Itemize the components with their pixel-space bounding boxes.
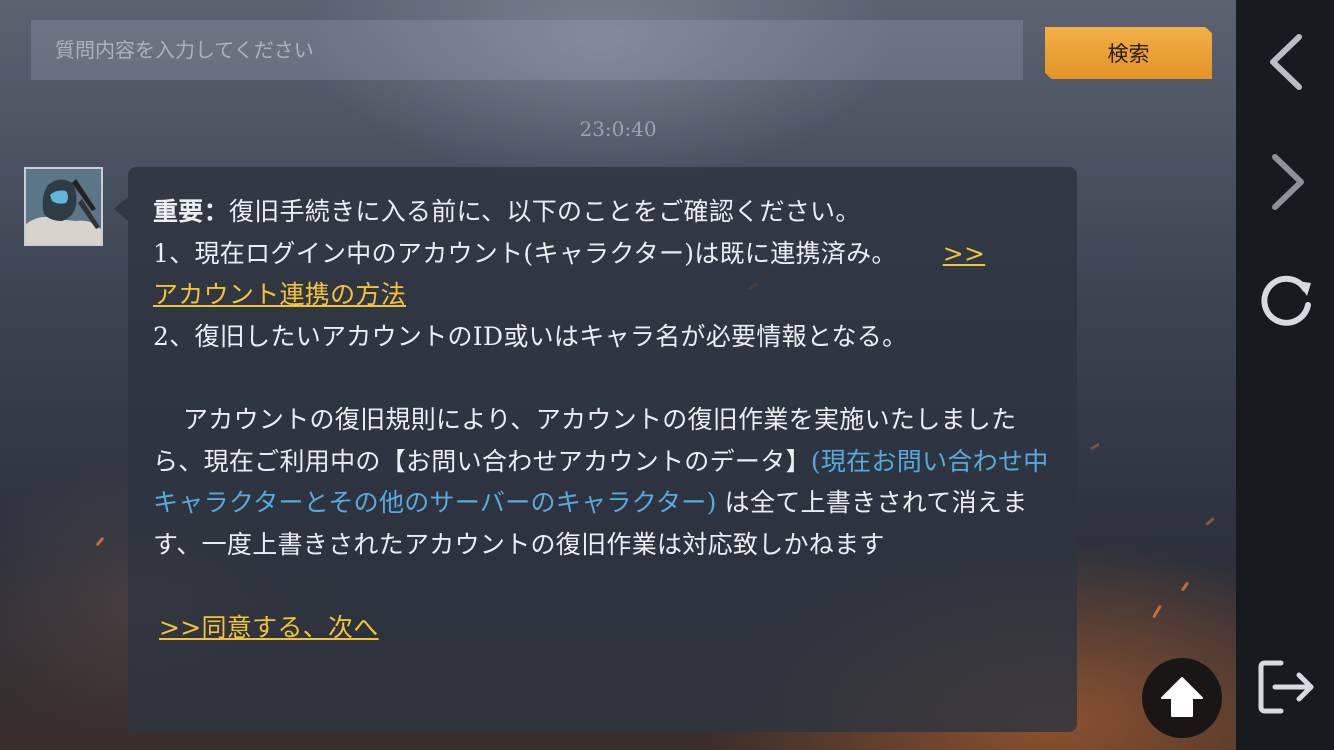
search-button[interactable]: 検索 [1045,27,1212,79]
ember [95,536,105,547]
message-content: 重要：復旧手続きに入る前に、以下のことをご確認ください。 1、現在ログイン中のア… [153,191,1053,649]
important-label: 重要： [153,197,229,226]
ember [1205,517,1215,526]
refresh-icon [1261,275,1311,326]
account-link-guide-link[interactable]: アカウント連携の方法 [153,280,406,309]
back-button[interactable] [1247,23,1325,101]
link-marker[interactable]: >> [943,239,986,268]
message-bubble: 重要：復旧手続きに入る前に、以下のことをご確認ください。 1、現在ログイン中のア… [114,167,1077,732]
search-input[interactable] [31,20,1023,80]
message-timestamp: 23:0:40 [579,117,657,141]
requirement-item-1: 1、現在ログイン中のアカウント(キャラクター)は既に連携済み。 >> アカウント連携… [153,233,1053,316]
arrow-up-icon [1161,677,1203,717]
scroll-top-button[interactable] [1142,658,1222,738]
ember [1152,604,1162,619]
exit-button[interactable] [1247,647,1325,725]
soldier-avatar-icon [26,169,101,244]
intro-line: 重要：復旧手続きに入る前に、以下のことをご確認ください。 [153,191,1053,233]
intro-text: 復旧手続きに入る前に、以下のことをご確認ください。 [228,197,861,226]
search-button-label: 検索 [1107,42,1150,66]
chevron-left-icon [1270,34,1302,90]
agree-next-link[interactable]: >>同意する、次へ [159,607,379,649]
requirement-1-text: 1、現在ログイン中のアカウント(キャラクター)は既に連携済み。 [153,238,897,268]
refresh-button[interactable] [1247,263,1325,341]
forward-button[interactable] [1247,143,1325,221]
requirement-item-2: 2、復旧したいアカウントのID或いはキャラ名が必要情報となる。 [153,321,908,351]
ember [1180,581,1190,592]
agree-line: >>同意する、次へ [153,607,1053,649]
exit-icon [1258,660,1314,714]
warning-paragraph: アカウントの復旧規則により、アカウントの復旧作業を実施いたしましたら、現在ご利用… [153,399,1053,565]
sidebar [1236,0,1334,750]
ember [1089,442,1101,451]
chevron-right-icon [1272,154,1304,210]
avatar [24,167,103,246]
